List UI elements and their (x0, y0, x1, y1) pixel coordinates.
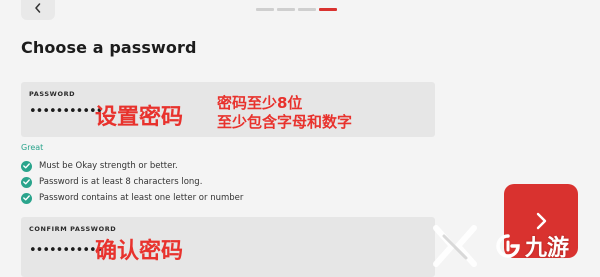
password-input[interactable]: ••••••••••• (29, 104, 103, 119)
watermark-text: 九游 (525, 236, 570, 261)
chevron-left-icon (35, 3, 41, 13)
confirm-password-field[interactable]: CONFIRM PASSWORD ••••••••••• (21, 217, 435, 277)
confirm-password-input[interactable]: ••••••••••• (29, 243, 103, 258)
nine-game-logo-icon (496, 234, 520, 258)
confirm-password-label: CONFIRM PASSWORD (29, 225, 117, 233)
page-title: Choose a password (21, 38, 197, 57)
requirement-item: Password is at least 8 characters long. (21, 174, 243, 190)
annotation-set-password: 设置密码 (95, 105, 184, 130)
step-progress (256, 8, 337, 11)
annotation-rule-line2: 至少包含字母和数字 (217, 113, 353, 131)
progress-step-3 (298, 8, 316, 11)
watermark-x-logo (433, 225, 477, 267)
strength-indicator: Great (21, 143, 44, 152)
progress-step-1 (256, 8, 274, 11)
requirement-item: Must be Okay strength or better. (21, 158, 243, 174)
check-circle-icon (21, 176, 32, 188)
requirement-text: Password contains at least one letter or… (39, 193, 244, 203)
requirement-item: Password contains at least one letter or… (21, 190, 243, 206)
annotation-confirm-password: 确认密码 (95, 239, 184, 264)
requirements-list: Must be Okay strength or better. Passwor… (21, 158, 243, 206)
check-circle-icon (21, 192, 32, 204)
progress-step-4 (319, 8, 337, 11)
check-circle-icon (21, 160, 32, 172)
chevron-right-icon (536, 212, 547, 230)
requirement-text: Password is at least 8 characters long. (39, 177, 203, 187)
progress-step-2 (277, 8, 295, 11)
annotation-rule-line1: 密码至少8位 (217, 94, 303, 112)
watermark-logo: 九游 (495, 230, 569, 262)
password-label: PASSWORD (29, 90, 76, 98)
back-button[interactable] (21, 0, 55, 20)
requirement-text: Must be Okay strength or better. (39, 161, 178, 171)
